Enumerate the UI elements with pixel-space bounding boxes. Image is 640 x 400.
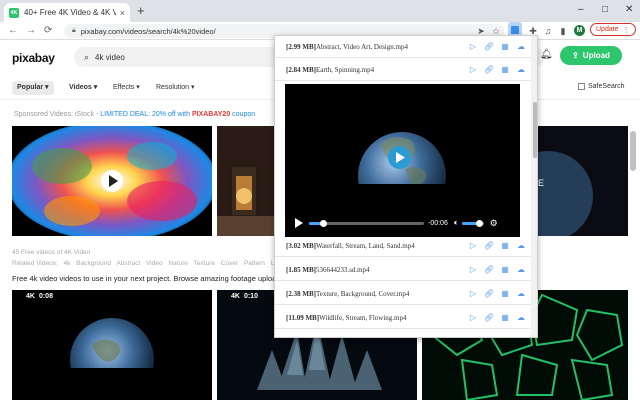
grid-icon[interactable]: ▦	[499, 312, 511, 324]
svg-text:E: E	[538, 178, 544, 188]
search-icon: ⌕	[84, 51, 90, 62]
volume-icon[interactable]: 🔈︎	[454, 218, 459, 228]
back-button[interactable]: ←	[8, 25, 18, 36]
grid-icon[interactable]: ▦	[499, 64, 511, 76]
sponsored-video-lantern[interactable]	[217, 126, 277, 236]
media-control-icon[interactable]: ♫	[543, 26, 553, 36]
play-icon[interactable]: ▷	[467, 312, 479, 324]
safesearch-checkbox[interactable]	[578, 83, 585, 90]
new-tab-button[interactable]: +	[137, 3, 145, 19]
video-player[interactable]: -00:06 🔈︎ ⚙	[285, 84, 520, 237]
video-list-item: [2.99 MB]Abstract, Video Art, Design.mp4…	[275, 36, 531, 58]
update-button[interactable]: Update ⋮	[590, 23, 636, 36]
close-tab-icon[interactable]: ×	[120, 8, 125, 18]
related-tag[interactable]: Background	[76, 260, 111, 267]
play-icon[interactable]: ▷	[467, 41, 479, 53]
filter-popular[interactable]: Popular ▾	[12, 81, 54, 95]
more-menu-icon: ⋮	[622, 26, 630, 34]
grid-icon[interactable]: ▦	[499, 288, 511, 300]
side-panel-icon[interactable]: ▮	[558, 26, 568, 37]
update-label: Update	[596, 26, 619, 33]
cloud-download-icon[interactable]: ☁	[515, 288, 527, 300]
upload-label: Upload	[582, 51, 610, 60]
play-icon[interactable]	[294, 218, 304, 228]
maximize-window-button[interactable]: □	[602, 4, 608, 15]
notifications-icon[interactable]: 🔔︎	[540, 49, 553, 60]
minimize-window-button[interactable]: –	[578, 4, 584, 15]
link-icon[interactable]: 🔗︎	[483, 240, 495, 252]
cloud-download-icon[interactable]: ☁	[515, 264, 527, 276]
filter-effects[interactable]: Effects ▾	[108, 81, 145, 95]
tab-title: 40+ Free 4K Video & 4K Vi	[24, 8, 116, 17]
cloud-download-icon[interactable]: ☁	[515, 64, 527, 76]
settings-gear-icon[interactable]: ⚙	[490, 218, 498, 229]
video-list-item: [11.09 MB]Wildlife, Stream, Flowing.mp4 …	[275, 307, 531, 329]
video-badge: 4K 0:10	[231, 293, 258, 300]
related-tag[interactable]: Pattern	[244, 260, 265, 267]
forward-button[interactable]: →	[26, 25, 36, 36]
browser-tab[interactable]: 4K 40+ Free 4K Video & 4K Vi ×	[4, 3, 130, 22]
video-list-item: [3.02 MB]Waterfall, Stream, Land, Sand.m…	[275, 235, 531, 257]
seek-bar[interactable]	[309, 219, 424, 227]
page-scrollbar-thumb[interactable]	[630, 131, 636, 171]
url-text: pixabay.com/videos/search/4k%20video/	[80, 26, 216, 36]
pixabay-logo[interactable]: pixabay	[12, 51, 55, 65]
sponsored-video-color-powder[interactable]	[12, 126, 212, 236]
sponsored-video-earth-right[interactable]: E	[538, 126, 628, 236]
related-tag[interactable]: 4k	[64, 260, 71, 267]
popup-scrollbar[interactable]	[531, 36, 537, 337]
link-icon[interactable]: 🔗︎	[483, 264, 495, 276]
volume-slider[interactable]	[461, 219, 484, 227]
link-icon[interactable]: 🔗︎	[483, 312, 495, 324]
filter-videos[interactable]: Videos ▾	[64, 81, 102, 95]
filter-resolution[interactable]: Resolution ▾	[151, 81, 200, 95]
upload-button[interactable]: ⇪ Upload	[560, 46, 622, 65]
safesearch-toggle[interactable]: SafeSearch	[578, 83, 625, 90]
link-icon[interactable]: 🔗︎	[483, 288, 495, 300]
related-tag[interactable]: Video	[146, 260, 163, 267]
related-tag[interactable]: Abstract	[116, 260, 140, 267]
video-list-item: [2.38 MB]Texture, Background, Cover.mp4 …	[275, 283, 531, 305]
browser-tab-bar: 4K 40+ Free 4K Video & 4K Vi × + – □ ✕	[0, 0, 640, 22]
sponsored-banner[interactable]: Sponsored Videos: iStock - LIMITED DEAL:…	[14, 111, 255, 118]
pixabay-favicon-icon: 4K	[9, 7, 19, 18]
link-icon[interactable]: 🔗︎	[483, 41, 495, 53]
link-icon[interactable]: 🔗︎	[483, 64, 495, 76]
play-icon[interactable]: ▷	[467, 288, 479, 300]
grid-icon[interactable]: ▦	[499, 240, 511, 252]
play-icon[interactable]: ▷	[467, 264, 479, 276]
video-thumbnail-earth[interactable]: 4K 0:08	[12, 290, 212, 400]
lock-icon: 🔒︎	[72, 27, 76, 34]
cloud-download-icon[interactable]: ☁	[515, 240, 527, 252]
page-description: Free 4k video videos to use in your next…	[12, 274, 281, 283]
player-controls: -00:06 🔈︎ ⚙	[285, 216, 520, 230]
upload-icon: ⇪	[572, 51, 579, 60]
related-tag[interactable]: Nature	[168, 260, 188, 267]
grid-icon[interactable]: ▦	[499, 264, 511, 276]
grid-icon[interactable]: ▦	[499, 41, 511, 53]
cloud-download-icon[interactable]: ☁	[515, 312, 527, 324]
video-badge: 4K 0:08	[26, 293, 53, 300]
search-value: 4k video	[95, 52, 125, 62]
safesearch-label: SafeSearch	[588, 83, 625, 90]
results-count: 45 Free videos of 4K Video	[12, 249, 91, 256]
video-downloader-popup: [2.99 MB]Abstract, Video Art, Design.mp4…	[274, 35, 538, 338]
related-tag[interactable]: Texture	[194, 260, 215, 267]
video-list-item: [1.85 MB]536644233.sd.mp4 ▷ 🔗︎ ▦ ☁	[275, 259, 531, 281]
play-icon[interactable]: ▷	[467, 64, 479, 76]
related-tag[interactable]: Cover	[221, 260, 238, 267]
time-remaining: -00:06	[428, 219, 448, 227]
profile-avatar[interactable]: M	[574, 25, 585, 36]
popup-scrollbar-thumb[interactable]	[533, 102, 537, 158]
related-tags: Related Videos: 4k Background Abstract V…	[12, 260, 287, 267]
cloud-download-icon[interactable]: ☁	[515, 41, 527, 53]
play-button[interactable]	[388, 146, 411, 169]
video-list-item: [2.84 MB]Earth, Spinning.mp4 ▷ 🔗︎ ▦ ☁	[275, 59, 531, 81]
play-icon[interactable]: ▷	[467, 240, 479, 252]
reload-button[interactable]: ⟳	[44, 25, 52, 36]
close-window-button[interactable]: ✕	[625, 4, 633, 15]
